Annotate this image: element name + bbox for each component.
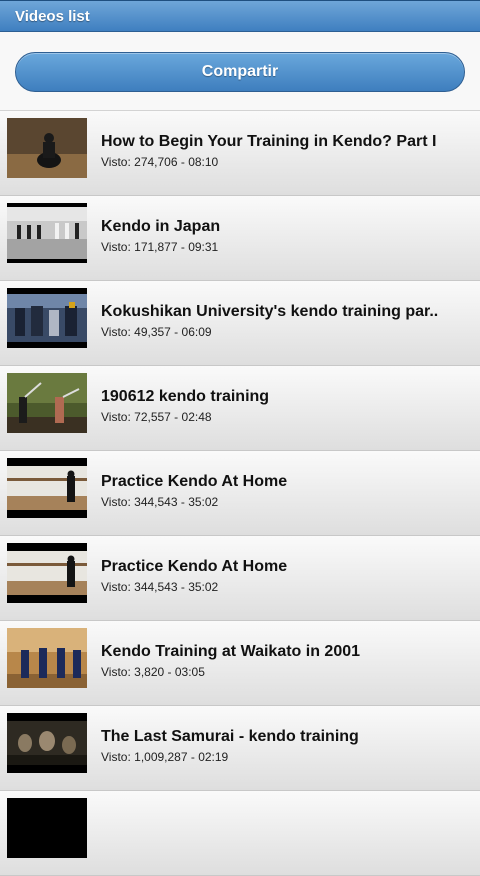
share-button[interactable]: Compartir [15,52,465,92]
views-label: Visto [101,325,128,339]
video-item[interactable]: Kokushikan University's kendo training p… [0,281,480,366]
video-meta: Visto: 49,357 - 06:09 [101,325,212,339]
video-duration: 06:09 [181,325,212,339]
kendo-kneeling-icon [7,118,87,178]
app-header: Videos list [0,0,480,32]
practice-strike-icon [7,373,87,433]
video-duration: 09:31 [188,240,219,254]
video-thumbnail [7,628,87,688]
video-item[interactable]: 190612 kendo training Visto: 72,557 - 02… [0,366,480,451]
video-item[interactable]: The Last Samurai - kendo training Visto:… [0,706,480,791]
video-thumbnail [7,713,87,773]
views-label: Visto [101,495,128,509]
solo-practice-icon [7,543,87,603]
video-meta: Visto: 3,820 - 03:05 [101,665,205,679]
share-bar: Compartir [0,32,480,111]
view-count: 72,557 [134,410,171,424]
header-title: Videos list [15,8,90,25]
video-title: How to Begin Your Training in Kendo? Par… [101,133,437,150]
video-meta: Visto: 72,557 - 02:48 [101,410,212,424]
views-label: Visto [101,665,128,679]
video-meta: Visto: 171,877 - 09:31 [101,240,219,254]
video-duration: 08:10 [188,155,219,169]
video-meta: Visto: 1,009,287 - 02:19 [101,750,229,764]
video-item[interactable]: Practice Kendo At Home Visto: 344,543 - … [0,451,480,536]
view-count: 3,820 [134,665,165,679]
video-title: Kendo in Japan [101,218,221,235]
views-label: Visto [101,410,128,424]
view-count: 344,543 [134,580,178,594]
video-item[interactable]: Kendo in Japan Visto: 171,877 - 09:31 [0,196,480,281]
video-item-partial[interactable] [0,791,480,876]
video-thumbnail [7,373,87,433]
video-thumbnail [7,543,87,603]
video-title: Kokushikan University's kendo training p… [101,303,439,320]
video-title: Kendo Training at Waikato in 2001 [101,643,361,660]
dojo-hall-icon [7,203,87,263]
views-label: Visto [101,750,128,764]
view-count: 49,357 [134,325,171,339]
view-count: 274,706 [134,155,178,169]
video-title: 190612 kendo training [101,388,270,405]
video-thumbnail [7,458,87,518]
video-item[interactable]: How to Begin Your Training in Kendo? Par… [0,111,480,196]
video-title: The Last Samurai - kendo training [101,728,359,745]
video-duration: 35:02 [188,580,219,594]
video-meta: Visto: 344,543 - 35:02 [101,580,219,594]
video-thumbnail [7,118,87,178]
videos-list: How to Begin Your Training in Kendo? Par… [0,111,480,876]
group-training-icon [7,288,87,348]
solo-practice-icon [7,458,87,518]
views-label: Visto [101,155,128,169]
video-title: Practice Kendo At Home [101,558,288,575]
movie-scene-icon [7,713,87,773]
video-item[interactable]: Practice Kendo At Home Visto: 344,543 - … [0,536,480,621]
video-item[interactable]: Kendo Training at Waikato in 2001 Visto:… [0,621,480,706]
video-meta: Visto: 274,706 - 08:10 [101,155,219,169]
views-label: Visto [101,240,128,254]
views-label: Visto [101,580,128,594]
video-thumbnail [7,798,87,858]
line-up-icon [7,628,87,688]
view-count: 171,877 [134,240,178,254]
video-thumbnail [7,203,87,263]
view-count: 344,543 [134,495,178,509]
video-duration: 03:05 [174,665,205,679]
video-meta: Visto: 344,543 - 35:02 [101,495,219,509]
view-count: 1,009,287 [134,750,188,764]
video-duration: 35:02 [188,495,219,509]
video-duration: 02:19 [198,750,229,764]
video-title: Practice Kendo At Home [101,473,288,490]
video-duration: 02:48 [181,410,212,424]
video-thumbnail [7,288,87,348]
